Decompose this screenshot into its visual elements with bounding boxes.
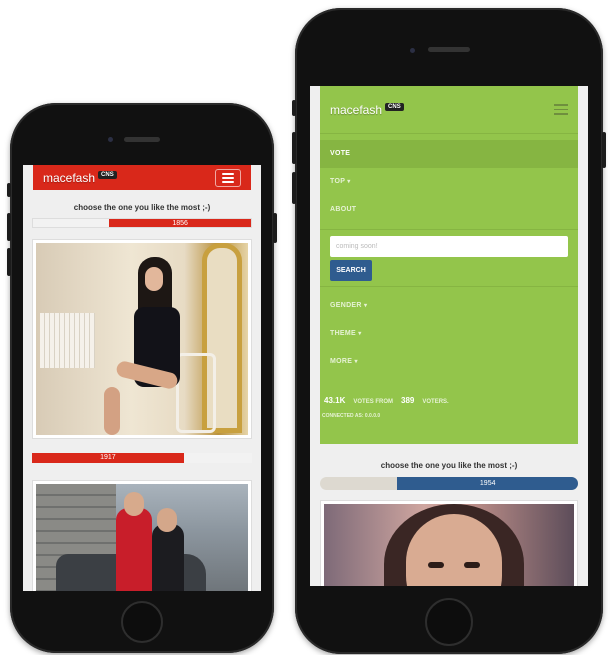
menu-item-theme[interactable]: THEME ▾ [320, 320, 578, 348]
hamburger-line-icon [554, 108, 568, 111]
caret-down-icon: ▾ [358, 331, 362, 337]
right-phone-screen: macefash CNS VOTE TOP ▾ ABOUT coming soo… [310, 86, 588, 586]
brand-badge: CNS [385, 102, 404, 111]
menu-item-more-label: MORE [330, 358, 353, 365]
brand-name: macefash [43, 170, 96, 185]
vote-progress-bar-bottom: 1917 [32, 453, 252, 463]
mute-switch [292, 100, 296, 116]
power-button [273, 213, 277, 243]
menu-divider [320, 286, 578, 287]
search-button[interactable]: SEARCH [330, 260, 372, 281]
candidate-photo-2-image[interactable] [36, 484, 248, 591]
votes-count: 43.1K [324, 396, 346, 405]
candidate-photo-1-image[interactable] [36, 243, 248, 435]
hamburger-line-icon [222, 172, 234, 175]
photo-lower-legs [104, 387, 120, 435]
photo-person [104, 257, 194, 435]
mute-switch [7, 183, 11, 197]
photo-woman-head [157, 508, 177, 532]
vote-progress-fill: 1856 [109, 219, 251, 227]
vote-heading: choose the one you like the most ;-) [73, 203, 211, 212]
vote-progress-bar-top: 1856 [32, 218, 252, 228]
menu-item-about[interactable]: ABOUT [320, 196, 578, 224]
volume-up-button [7, 213, 11, 241]
menu-item-gender[interactable]: GENDER ▾ [320, 292, 578, 320]
vote-content: choose the one you like the most ;-) 185… [23, 203, 261, 591]
menu-item-top-label: TOP [330, 178, 346, 185]
navbar: macefash CNS [320, 86, 578, 134]
brand-logo[interactable]: macefash CNS [43, 170, 117, 185]
hamburger-menu-button[interactable] [554, 104, 568, 115]
votes-label: VOTES FROM [353, 399, 394, 405]
hamburger-line-icon [222, 180, 234, 183]
photo-face [145, 267, 163, 291]
hamburger-line-icon [554, 104, 568, 106]
vote-heading: choose the one you like the most ;-) [380, 461, 518, 470]
vote-progress-fill: 1917 [32, 453, 184, 463]
vote-progress-fill: 1954 [397, 477, 578, 490]
right-phone: macefash CNS VOTE TOP ▾ ABOUT coming soo… [292, 8, 606, 654]
photo-woman [152, 524, 184, 591]
volume-down-button [292, 172, 296, 204]
hamburger-line-icon [554, 113, 568, 115]
menu-item-gender-label: GENDER [330, 302, 362, 309]
menu-item-vote[interactable]: VOTE [320, 140, 578, 168]
menu-item-theme-label: THEME [330, 330, 356, 337]
candidate-photo-3-image[interactable] [324, 504, 574, 586]
brand-name: macefash [330, 102, 383, 117]
hamburger-menu-button[interactable] [215, 168, 241, 187]
front-camera [108, 137, 113, 142]
candidate-photo-1[interactable] [32, 239, 252, 439]
photo-radiator [40, 313, 95, 368]
brand-badge: CNS [98, 170, 117, 179]
caret-down-icon: ▾ [347, 179, 351, 185]
photo-man-head [124, 492, 144, 516]
connected-as-text: CONNECTED AS: 0.0.0.0 [322, 413, 381, 419]
caret-down-icon: ▾ [364, 303, 368, 309]
power-button [602, 132, 606, 168]
navbar: macefash CNS [33, 165, 251, 190]
earpiece-speaker [124, 137, 160, 142]
home-button [121, 601, 163, 643]
brand-logo[interactable]: macefash CNS [330, 102, 404, 117]
volume-down-button [7, 248, 11, 276]
menu-item-more[interactable]: MORE ▾ [320, 348, 578, 376]
menu-item-top[interactable]: TOP ▾ [320, 168, 578, 196]
photo-man [116, 508, 152, 591]
hamburger-line-icon [222, 176, 234, 179]
voters-label: VOTERS. [422, 399, 449, 405]
caret-down-icon: ▾ [354, 359, 358, 365]
voters-count: 389 [401, 396, 415, 405]
photo-eye [428, 562, 444, 568]
candidate-photo-3[interactable] [320, 500, 578, 586]
candidate-photo-2[interactable] [32, 480, 252, 591]
photo-eye [464, 562, 480, 568]
menu-divider [320, 229, 578, 230]
expanded-nav-menu: macefash CNS VOTE TOP ▾ ABOUT coming soo… [320, 86, 578, 444]
left-phone: macefash CNS choose the one you like the… [7, 103, 277, 653]
device-mockup-stage: macefash CNS choose the one you like the… [0, 0, 613, 655]
home-button [425, 598, 473, 646]
left-phone-screen: macefash CNS choose the one you like the… [23, 165, 261, 591]
earpiece-speaker [428, 47, 470, 52]
volume-up-button [292, 132, 296, 164]
vote-progress-bar: 1954 [320, 477, 578, 490]
front-camera [410, 48, 415, 53]
search-input[interactable]: coming soon! [330, 236, 568, 257]
vote-stats: 43.1K VOTES FROM 389 VOTERS. [324, 396, 449, 405]
